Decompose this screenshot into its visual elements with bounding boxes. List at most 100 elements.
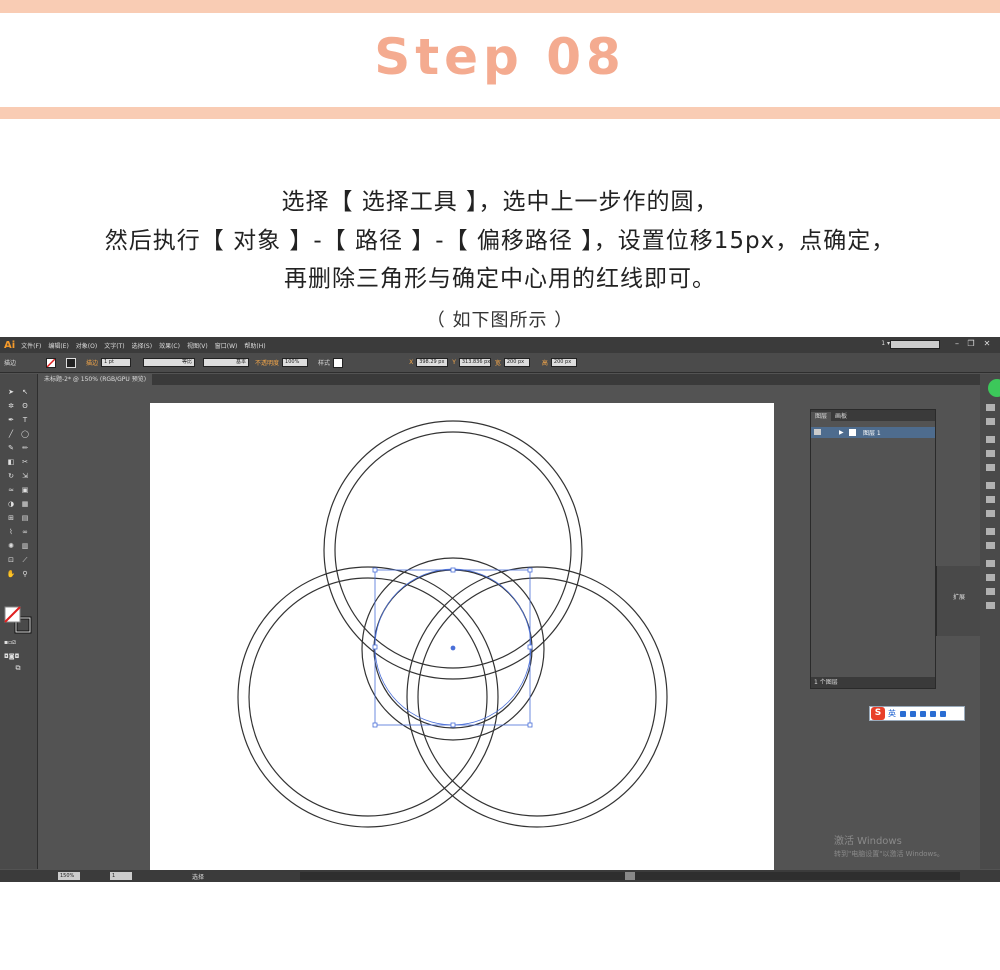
expand-label[interactable]: 扩展 bbox=[937, 592, 981, 601]
graph-tool-icon[interactable]: ▥ bbox=[20, 542, 30, 551]
gradient-panel-icon[interactable] bbox=[986, 496, 995, 503]
artboard[interactable] bbox=[150, 403, 774, 870]
skin-icon[interactable] bbox=[930, 710, 936, 717]
restore-icon[interactable]: ❐ bbox=[966, 339, 976, 350]
punctuation-icon[interactable] bbox=[910, 710, 916, 717]
transparency-icon[interactable] bbox=[986, 510, 995, 517]
expand-arrow-icon[interactable]: ▶ bbox=[839, 429, 844, 436]
menu-edit[interactable]: 编辑(E) bbox=[48, 341, 68, 350]
opacity-field[interactable]: 100% bbox=[282, 358, 309, 367]
stroke-panel-icon[interactable] bbox=[986, 482, 995, 489]
watermark-line-2: 转到"电脑设置"以激活 Windows。 bbox=[834, 850, 944, 858]
graphic-style-swatch[interactable] bbox=[333, 357, 344, 368]
illustrator-logo: Ai bbox=[4, 339, 16, 351]
menu-select[interactable]: 选择(S) bbox=[132, 341, 153, 350]
stroke-label[interactable]: 描边 bbox=[86, 358, 98, 367]
visibility-eye-icon[interactable] bbox=[814, 429, 821, 435]
tab-layers[interactable]: 图层 bbox=[811, 412, 832, 421]
appearance-icon[interactable] bbox=[986, 528, 995, 535]
rotate-tool-icon[interactable]: ↻ bbox=[6, 472, 16, 481]
color-panel-icon[interactable] bbox=[986, 404, 995, 411]
mesh-tool-icon[interactable]: ⊞ bbox=[6, 514, 16, 523]
color-guide-icon[interactable] bbox=[986, 418, 995, 425]
close-icon[interactable]: ✕ bbox=[982, 339, 992, 350]
y-field[interactable]: 313.836 px bbox=[458, 358, 491, 367]
keyboard-icon[interactable] bbox=[920, 710, 926, 717]
height-field[interactable]: 200 px bbox=[550, 358, 577, 367]
hand-tool-icon[interactable]: ✋ bbox=[6, 570, 16, 579]
menu-effect[interactable]: 效果(C) bbox=[159, 341, 180, 350]
x-field[interactable]: 398.29 px bbox=[416, 358, 449, 367]
shape-builder-icon[interactable]: ◑ bbox=[6, 500, 16, 509]
fill-swatch[interactable] bbox=[46, 357, 57, 368]
moon-icon[interactable] bbox=[900, 710, 906, 717]
pathfinder-icon[interactable] bbox=[986, 588, 995, 595]
align-panel-icon[interactable] bbox=[986, 574, 995, 581]
lasso-icon[interactable]: ʘ bbox=[20, 402, 30, 411]
swatches-icon[interactable] bbox=[986, 436, 995, 443]
layer-name[interactable]: 图层 1 bbox=[863, 428, 881, 437]
transform-panel-icon[interactable] bbox=[986, 560, 995, 567]
workspace-switcher[interactable]: 1 ▾ bbox=[881, 340, 890, 347]
scale-tool-icon[interactable]: ⇲ bbox=[20, 472, 30, 481]
variable-width-profile[interactable]: 等比 bbox=[143, 358, 196, 367]
stroke-swatch[interactable] bbox=[66, 357, 77, 368]
status-indicator-icon bbox=[988, 379, 1000, 397]
stroke-weight-field[interactable]: 1 pt bbox=[101, 358, 132, 367]
menu-object[interactable]: 对象(O) bbox=[76, 341, 97, 350]
screen-mode-icon[interactable]: ⧉ bbox=[13, 664, 23, 673]
brush-definition[interactable]: 基本 bbox=[203, 358, 250, 367]
blend-tool-icon[interactable]: ∞ bbox=[20, 528, 30, 537]
direct-selection-icon[interactable]: ↖ bbox=[20, 388, 30, 397]
menu-file[interactable]: 文件(F) bbox=[21, 341, 41, 350]
eyedropper-icon[interactable]: ⌇ bbox=[6, 528, 16, 537]
artboard-nav-field[interactable]: 1 bbox=[110, 872, 132, 880]
drawing-mode-icon[interactable]: ◘◙◘ bbox=[4, 652, 19, 661]
menu-view[interactable]: 视图(V) bbox=[187, 341, 208, 350]
pen-tool-icon[interactable]: ✒ bbox=[6, 416, 16, 425]
symbol-sprayer-icon[interactable]: ✺ bbox=[6, 542, 16, 551]
zoom-tool-icon[interactable]: ⚲ bbox=[20, 570, 30, 579]
tab-artboards[interactable]: 画板 bbox=[831, 412, 851, 421]
magic-wand-icon[interactable]: ✲ bbox=[6, 402, 16, 411]
selection-tool-icon[interactable]: ➤ bbox=[6, 388, 16, 397]
perspective-icon[interactable]: ▦ bbox=[20, 500, 30, 509]
graphic-styles-icon[interactable] bbox=[986, 542, 995, 549]
brushes-icon[interactable] bbox=[986, 450, 995, 457]
layer-row[interactable]: ▶ 图层 1 bbox=[811, 427, 935, 438]
horizontal-scrollbar[interactable] bbox=[300, 872, 960, 880]
control-bar: 描边 描边 1 pt 等比 基本 不透明度 100% 样式 X 398.29 p… bbox=[0, 353, 1000, 373]
menu-help[interactable]: 帮助(H) bbox=[244, 341, 265, 350]
color-mode-icon[interactable]: ▪▫⧄ bbox=[4, 638, 16, 647]
type-tool-icon[interactable]: T bbox=[20, 416, 30, 425]
ellipse-tool-icon[interactable]: ◯ bbox=[20, 430, 30, 439]
line-tool-icon[interactable]: ╱ bbox=[6, 430, 16, 439]
menu-window[interactable]: 窗口(W) bbox=[215, 341, 238, 350]
wrench-icon[interactable] bbox=[940, 710, 946, 717]
symbols-icon[interactable] bbox=[986, 464, 995, 471]
x-label: X bbox=[409, 359, 414, 366]
eraser-tool-icon[interactable]: ◧ bbox=[6, 458, 16, 467]
fill-stroke-icon[interactable] bbox=[4, 606, 32, 634]
slice-tool-icon[interactable]: ⟋ bbox=[20, 556, 30, 565]
pencil-tool-icon[interactable]: ✏ bbox=[20, 444, 30, 453]
zoom-field[interactable]: 150% bbox=[58, 872, 80, 880]
artboard-tool-icon[interactable]: ⊡ bbox=[6, 556, 16, 565]
brush-tool-icon[interactable]: ✎ bbox=[6, 444, 16, 453]
search-input[interactable] bbox=[890, 340, 940, 349]
sogou-logo-icon[interactable]: S bbox=[871, 707, 885, 720]
menu-type[interactable]: 文字(T) bbox=[104, 341, 124, 350]
minimize-icon[interactable]: – bbox=[952, 339, 962, 350]
layers-panel-icon[interactable] bbox=[986, 602, 995, 609]
status-bar: 150% 1 选择 bbox=[0, 870, 1000, 882]
warp-tool-icon[interactable]: ≈ bbox=[6, 486, 16, 495]
width-field[interactable]: 200 px bbox=[503, 358, 530, 367]
scissors-icon[interactable]: ✂ bbox=[20, 458, 30, 467]
top-band bbox=[0, 0, 1000, 13]
scroll-thumb[interactable] bbox=[625, 872, 635, 880]
gradient-tool-icon[interactable]: ▤ bbox=[20, 514, 30, 523]
free-transform-icon[interactable]: ▣ bbox=[20, 486, 30, 495]
document-tab[interactable]: 未标题-2* @ 150% (RGB/GPU 预览) bbox=[38, 374, 153, 385]
opacity-label[interactable]: 不透明度 bbox=[255, 358, 279, 367]
ime-mode[interactable]: 英 bbox=[888, 708, 896, 719]
